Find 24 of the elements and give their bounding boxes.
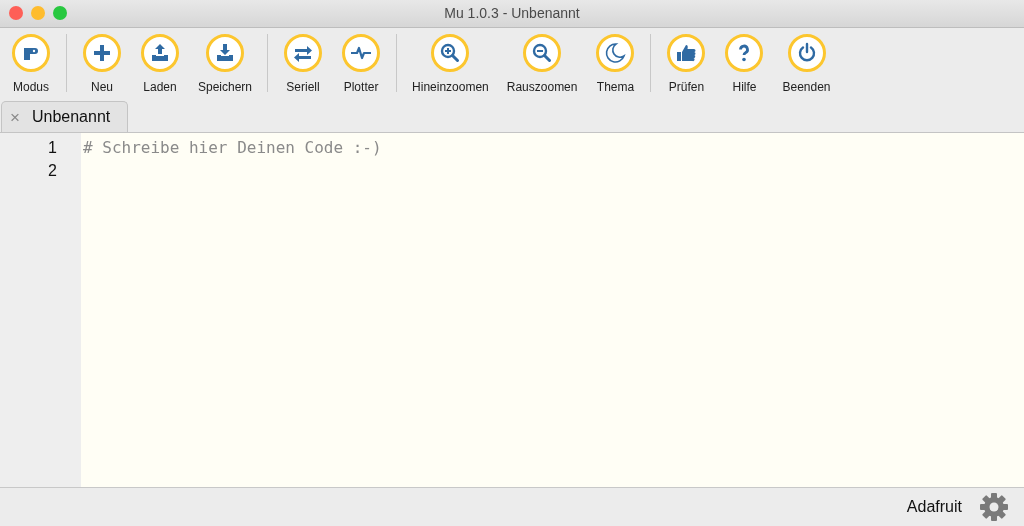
toolbar-button[interactable]: Plotter <box>332 34 391 96</box>
line-number: 2 <box>48 162 57 179</box>
toolbar-button[interactable]: Rauszoomen <box>497 34 587 96</box>
editor-tab[interactable]: × Unbenannt <box>1 101 128 132</box>
mode-label: Adafruit <box>906 497 962 517</box>
line-number: 1 <box>48 139 57 156</box>
toolbar-button[interactable]: Beenden <box>773 34 840 96</box>
toolbar-button[interactable]: Neu <box>73 34 131 96</box>
tab-label: Unbenannt <box>31 107 111 127</box>
window-zoom-button[interactable] <box>53 6 67 20</box>
window-close-button[interactable] <box>9 6 23 20</box>
toolbar-button[interactable]: Speichern <box>189 34 262 96</box>
moon-icon <box>603 41 628 65</box>
toolbar-button[interactable]: Hilfe <box>715 34 774 96</box>
toolbar-button[interactable]: Hineinzoomen <box>403 34 498 96</box>
toolbar-button[interactable]: Seriell <box>274 34 333 96</box>
toolbar-button[interactable]: Prüfen <box>657 34 716 96</box>
toolbar-button[interactable]: Laden <box>131 34 189 96</box>
window-minimize-button[interactable] <box>31 6 45 20</box>
toolbar-button[interactable]: Thema <box>586 34 645 96</box>
toolbar-button[interactable]: Modus <box>2 34 60 96</box>
settings-icon[interactable] <box>978 491 1010 523</box>
window-title: Mu 1.0.3 - Unbenannt <box>444 4 580 23</box>
code-line: # Schreibe hier Deinen Code :-) <box>83 138 382 157</box>
